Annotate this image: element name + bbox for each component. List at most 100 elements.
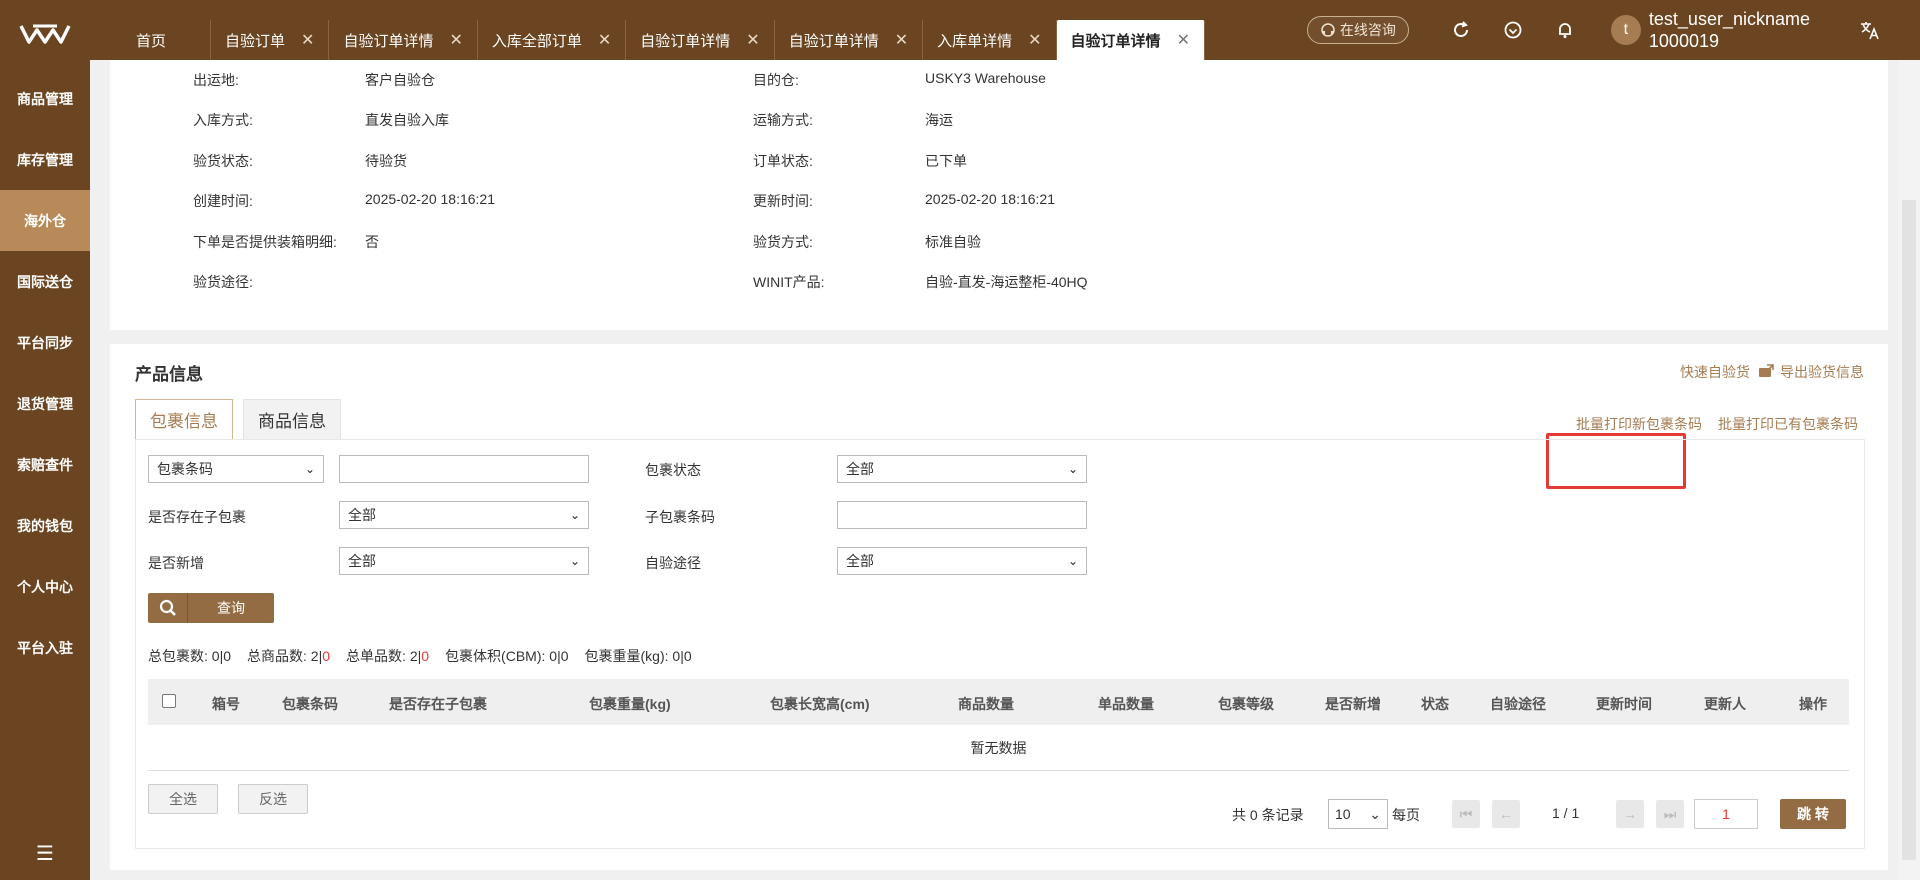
page-size-select[interactable]: 10 ⌄ (1328, 799, 1388, 829)
tab-label: 自验订单详情 (1070, 32, 1161, 50)
batch-print-existing-barcode-link[interactable]: 批量打印已有包裹条码 (1718, 414, 1858, 434)
select-value: 10 (1335, 806, 1351, 822)
page-number-input[interactable] (1694, 799, 1758, 829)
col-dimensions: 包裹长宽高(cm) (770, 696, 870, 712)
col-actions: 操作 (1799, 696, 1827, 712)
package-status-select[interactable]: 全部 ⌄ (837, 455, 1087, 483)
feedback-icon[interactable] (1487, 0, 1539, 60)
chevron-down-icon: ⌄ (569, 508, 580, 522)
quick-inspect-link[interactable]: 快速自验货 (1680, 362, 1750, 382)
invert-selection-button[interactable]: 反选 (238, 784, 308, 814)
tab-inbound-detail[interactable]: 入库单详情 ✕ (923, 20, 1057, 60)
sidebar-item-platform-sync[interactable]: 平台同步 (0, 312, 90, 373)
last-page-icon[interactable]: ⏭ (1656, 800, 1684, 828)
jump-button[interactable]: 跳 转 (1780, 799, 1846, 829)
prev-page-icon[interactable]: ← (1492, 800, 1520, 828)
created-label: 创建时间: (193, 193, 253, 209)
stat-package-weight: 包裹重量(kg): 0|0 (584, 648, 692, 664)
select-all-button[interactable]: 全选 (148, 784, 218, 814)
col-updater: 更新人 (1704, 696, 1746, 712)
page-info: 1 / 1 (1552, 805, 1580, 821)
stat-total-packages: 总包裹数: 0|0 (148, 648, 232, 664)
updated-value: 2025-02-20 18:16:21 (925, 191, 1055, 207)
info-row: 创建时间: 2025-02-20 18:16:21 更新时间: 2025-02-… (110, 191, 1888, 224)
tab-order-detail-1[interactable]: 自验订单详情 ✕ (329, 20, 478, 60)
user-info: test_user_nickname 1000019 (1649, 8, 1810, 52)
winit-product-value: 自验-直发-海运整柜-40HQ (925, 274, 1088, 290)
chevron-down-icon: ⌄ (304, 462, 315, 476)
close-icon[interactable]: ✕ (1177, 30, 1190, 50)
export-inspect-link[interactable]: 导出验货信息 (1780, 362, 1864, 382)
user-menu[interactable]: t test_user_nickname 1000019 (1610, 8, 1810, 52)
close-icon[interactable]: ✕ (746, 30, 759, 50)
barcode-input[interactable] (339, 455, 589, 483)
translate-icon[interactable] (1850, 19, 1890, 41)
sidebar-item-platform-join[interactable]: 平台入驻 (0, 617, 90, 678)
select-value: 全部 (348, 553, 376, 569)
export-icon[interactable] (1758, 363, 1774, 381)
order-status-label: 订单状态: (753, 153, 813, 169)
sidebar-item-product[interactable]: 商品管理 (0, 68, 90, 129)
col-goods-qty: 商品数量 (958, 696, 1014, 712)
bell-icon[interactable] (1539, 0, 1591, 60)
packing-detail-value: 否 (365, 234, 379, 250)
sidebar-item-returns[interactable]: 退货管理 (0, 373, 90, 434)
tab-label: 自验订单详情 (640, 32, 731, 50)
batch-print-links: 批量打印新包裹条码 批量打印已有包裹条码 (1576, 414, 1858, 434)
tab-inbound-all[interactable]: 入库全部订单 ✕ (478, 20, 627, 60)
scrollbar[interactable] (1898, 60, 1920, 880)
close-icon[interactable]: ✕ (598, 30, 611, 50)
inspect-path-select[interactable]: 全部 ⌄ (837, 547, 1087, 575)
tab-home[interactable]: 首页 (90, 20, 212, 60)
tab-order-detail-3[interactable]: 自验订单详情 ✕ (775, 20, 924, 60)
tab-self-inspect-orders[interactable]: 自验订单 ✕ (211, 20, 330, 60)
tab-order-detail-2[interactable]: 自验订单详情 ✕ (626, 20, 775, 60)
next-page-icon[interactable]: → (1616, 800, 1644, 828)
sidebar-item-wallet[interactable]: 我的钱包 (0, 495, 90, 556)
logo[interactable] (0, 0, 90, 68)
sidebar-item-overseas-warehouse[interactable]: 海外仓 (0, 190, 90, 251)
total-records: 共 0 条记录 (1232, 807, 1304, 823)
select-value: 全部 (846, 461, 874, 477)
tab-label: 自验订单 (225, 32, 286, 50)
is-new-label: 是否新增 (148, 555, 204, 571)
has-child-package-select[interactable]: 全部 ⌄ (339, 501, 589, 529)
tab-order-detail-active[interactable]: 自验订单详情 ✕ (1056, 20, 1205, 60)
tab-package-info[interactable]: 包裹信息 (135, 399, 233, 439)
sidebar-item-profile[interactable]: 个人中心 (0, 556, 90, 617)
child-barcode-label: 子包裹条码 (645, 509, 715, 525)
sidebar-item-intl-delivery[interactable]: 国际送仓 (0, 251, 90, 312)
batch-print-new-barcode-link[interactable]: 批量打印新包裹条码 (1576, 414, 1702, 434)
refresh-icon[interactable] (1435, 0, 1487, 60)
packing-detail-label: 下单是否提供装箱明细: (193, 234, 337, 250)
select-value: 全部 (348, 507, 376, 523)
product-info-card: 产品信息 快速自验货 导出验货信息 包裹信息 商品信息 批量打印新包裹条码 批量… (110, 344, 1888, 870)
close-icon[interactable]: ✕ (895, 30, 908, 50)
tab-label: 首页 (136, 32, 167, 50)
online-consult-button[interactable]: 在线咨询 (1306, 16, 1409, 44)
query-button[interactable]: 查询 (148, 593, 274, 623)
scrollbar-thumb[interactable] (1902, 200, 1916, 860)
select-all-checkbox[interactable] (162, 694, 176, 708)
child-barcode-input[interactable] (837, 501, 1087, 529)
chevron-down-icon: ⌄ (1067, 462, 1078, 476)
barcode-type-select[interactable]: 包裹条码 ⌄ (148, 455, 324, 483)
collapse-menu-icon[interactable]: ☰ (0, 841, 90, 866)
close-icon[interactable]: ✕ (449, 30, 462, 50)
info-row: 入库方式: 直发自验入库 运输方式: 海运 (110, 110, 1888, 143)
section-title: 产品信息 (135, 365, 203, 384)
sub-tabs: 包裹信息 商品信息 (135, 399, 351, 439)
sidebar-item-claims[interactable]: 索赔查件 (0, 434, 90, 495)
transport-value: 海运 (925, 112, 953, 128)
first-page-icon[interactable]: ⏮ (1452, 800, 1480, 828)
stat-total-units: 总单品数: 2|0 (346, 648, 430, 664)
close-icon[interactable]: ✕ (1028, 30, 1041, 50)
winit-product-label: WINIT产品: (753, 274, 825, 290)
is-new-select[interactable]: 全部 ⌄ (339, 547, 589, 575)
search-icon (148, 593, 188, 623)
sidebar-item-inventory[interactable]: 库存管理 (0, 129, 90, 190)
tab-goods-info[interactable]: 商品信息 (243, 399, 341, 439)
chevron-down-icon: ⌄ (1067, 554, 1078, 568)
close-icon[interactable]: ✕ (301, 30, 314, 50)
col-package-barcode: 包裹条码 (282, 696, 338, 712)
